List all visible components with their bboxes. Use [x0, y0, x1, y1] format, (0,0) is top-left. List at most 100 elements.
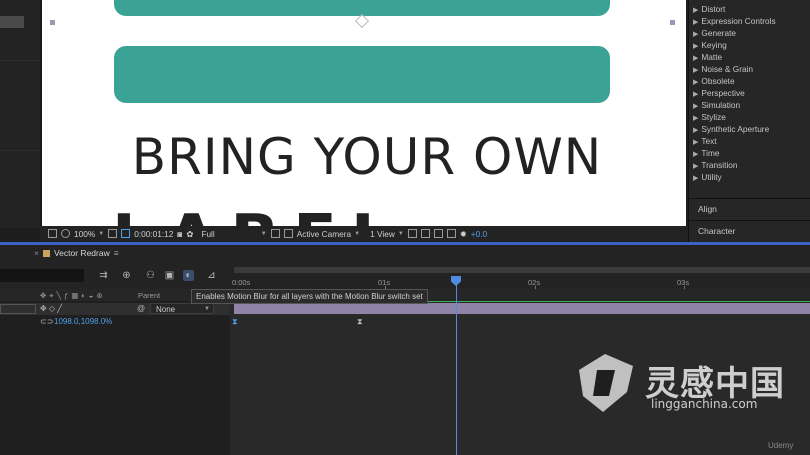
effects-category-label: Obsolete: [701, 76, 735, 86]
zoom-value: 100%: [74, 228, 96, 239]
disclosure-triangle-icon: ▶: [693, 7, 699, 14]
draft-3d-icon[interactable]: ⊕: [121, 270, 132, 281]
ruler-label: 0:00s: [232, 278, 251, 287]
flowchart-icon[interactable]: [446, 229, 456, 238]
project-selected-item[interactable]: [0, 16, 24, 28]
character-panel-tab[interactable]: Character: [689, 220, 810, 240]
current-time[interactable]: 0:00:01:12: [134, 229, 173, 239]
composition-frame: BRING YOUR OWN LABEL: [40, 0, 686, 226]
effects-category-item[interactable]: ▶ Matte: [693, 51, 810, 63]
timeline-icon[interactable]: [433, 229, 443, 238]
disclosure-triangle-icon: ▶: [693, 127, 699, 134]
disclosure-triangle-icon: ▶: [693, 151, 699, 158]
transparency-grid-icon[interactable]: [283, 229, 293, 238]
switches-icons: ✥⌖╲ƒ▦◐◒⊛: [40, 291, 106, 300]
monitor-icon[interactable]: [61, 229, 70, 238]
effects-category-label: Distort: [701, 4, 726, 14]
exposure-icon[interactable]: ✹: [460, 229, 467, 239]
keyframe-icon[interactable]: ⧗: [357, 317, 363, 327]
layer-row[interactable]: ✥ ◇ ╱ @ None ▼: [0, 303, 230, 315]
effects-category-label: Simulation: [701, 100, 741, 110]
effects-category-item[interactable]: ▶ Simulation: [693, 99, 810, 111]
effects-category-item[interactable]: ▶ Utility: [693, 171, 810, 183]
menu-icon[interactable]: ≡: [114, 248, 119, 258]
effects-category-label: Noise & Grain: [701, 64, 754, 74]
shy-layers-icon[interactable]: ⚇: [145, 270, 156, 281]
timeline-toolbar: ⇉ ⊕ ⚇ ▣ ◐ ⊿: [0, 262, 230, 289]
parent-value: None: [156, 305, 176, 314]
comp-flowchart-icon[interactable]: ⇉: [98, 270, 109, 281]
effects-category-item[interactable]: ▶ Keying: [693, 39, 810, 51]
region-of-interest-icon[interactable]: [270, 229, 280, 238]
keyframe-icon[interactable]: ⧗: [232, 317, 238, 327]
camera-icon[interactable]: ◙: [177, 229, 182, 239]
effects-category-item[interactable]: ▶ Expression Controls: [693, 15, 810, 27]
disclosure-triangle-icon: ▶: [693, 139, 699, 146]
frame-blending-icon[interactable]: ▣: [164, 270, 175, 281]
effects-category-item[interactable]: ▶ Distort: [693, 3, 810, 15]
view-layout-dropdown[interactable]: 1 View ▼: [370, 229, 404, 239]
layer-search-input[interactable]: [0, 269, 84, 282]
effects-category-label: Transition: [701, 160, 738, 170]
fast-preview-icon[interactable]: [420, 229, 430, 238]
tab-vector-redraw[interactable]: × Vector Redraw ≡: [34, 248, 119, 258]
effects-category-item[interactable]: ▶ Synthetic Aperture: [693, 123, 810, 135]
effects-category-item[interactable]: ▶ Transition: [693, 159, 810, 171]
timeline-tab-bar: × Vector Redraw ≡: [0, 245, 810, 262]
exposure-value[interactable]: +0.0: [471, 229, 487, 239]
teal-bar: [114, 46, 610, 103]
watermark-logo-icon: [579, 354, 633, 412]
layer-switches[interactable]: ✥ ◇ ╱: [40, 304, 62, 313]
effects-category-label: Text: [701, 136, 717, 146]
effects-category-item[interactable]: ▶ Obsolete: [693, 75, 810, 87]
parent-dropdown[interactable]: None ▼: [150, 303, 214, 314]
motion-blur-icon[interactable]: ◐: [183, 270, 194, 281]
chevron-down-icon: ▼: [204, 306, 210, 312]
effects-category-label: Synthetic Aperture: [701, 124, 770, 134]
effects-category-label: Time: [701, 148, 720, 158]
constrain-proportions-icon[interactable]: ⊂⊃: [40, 317, 53, 326]
partial-label-text: LABEL: [112, 202, 406, 226]
effects-category-item[interactable]: ▶ Time: [693, 147, 810, 159]
effects-category-item[interactable]: ▶ Perspective: [693, 87, 810, 99]
transform-handle[interactable]: [670, 20, 675, 25]
resolution-dropdown[interactable]: Full ▼: [201, 229, 266, 239]
align-panel-tab[interactable]: Align: [689, 198, 810, 218]
project-panel-strip: [0, 0, 40, 228]
divider: [0, 60, 40, 61]
disclosure-triangle-icon: ▶: [693, 31, 699, 38]
disclosure-triangle-icon: ▶: [693, 103, 699, 110]
chevron-down-icon: ▼: [354, 230, 361, 237]
parent-column-header[interactable]: Parent: [138, 291, 160, 300]
effects-category-item[interactable]: ▶ Stylize: [693, 111, 810, 123]
mask-visibility-icon[interactable]: [121, 229, 131, 238]
graph-editor-icon[interactable]: ⊿: [206, 270, 217, 281]
grid-icon[interactable]: [108, 229, 118, 238]
transform-handle[interactable]: [50, 20, 55, 25]
effects-category-item[interactable]: ▶ Noise & Grain: [693, 63, 810, 75]
chevron-down-icon: ▼: [98, 230, 105, 237]
current-time-indicator[interactable]: [456, 276, 457, 455]
color-channel-icon[interactable]: ✿: [186, 229, 193, 239]
toggle-pixel-aspect-icon[interactable]: [407, 229, 417, 238]
layer-name-field[interactable]: [0, 304, 36, 314]
effects-category-item[interactable]: ▶ Generate: [693, 27, 810, 39]
layer-duration-bar[interactable]: [234, 303, 810, 314]
composition-viewer[interactable]: BRING YOUR OWN LABEL: [40, 0, 686, 226]
work-area-bar[interactable]: [234, 267, 810, 273]
anchor-point-icon[interactable]: [354, 13, 370, 29]
composition-icon: [42, 249, 50, 257]
effects-category-label: Keying: [701, 40, 727, 50]
pickwhip-icon[interactable]: @: [137, 304, 145, 313]
scale-property-row: ⊂⊃ 1098.0,1098.0%: [0, 316, 230, 328]
zoom-dropdown[interactable]: 100% ▼: [74, 229, 104, 239]
camera-dropdown[interactable]: Active Camera ▼: [297, 229, 360, 239]
effects-category-label: Expression Controls: [701, 16, 776, 26]
time-ruler[interactable]: 0:00s 01s 02s 03s: [230, 262, 810, 289]
headline-text: BRING YOUR OWN: [131, 128, 603, 186]
scale-value[interactable]: 1098.0,1098.0%: [54, 317, 112, 326]
always-preview-icon[interactable]: [48, 229, 57, 238]
effects-category-label: Utility: [701, 172, 722, 182]
effects-presets-panel: ▶ Distort ▶ Expression Controls ▶ Generate ▶ Ke…: [688, 0, 810, 242]
effects-category-item[interactable]: ▶ Text: [693, 135, 810, 147]
